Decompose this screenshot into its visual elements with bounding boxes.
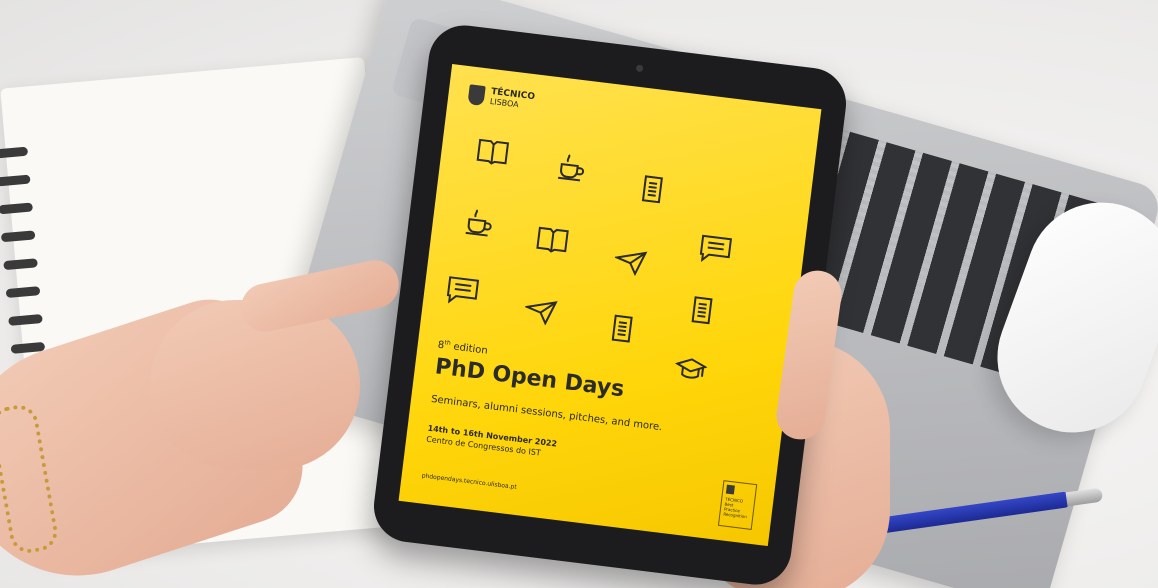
paper-plane-icon bbox=[613, 245, 648, 277]
shield-icon bbox=[725, 484, 735, 495]
chat-bubble-icon bbox=[445, 275, 480, 307]
poster-title: PhD Open Days bbox=[433, 354, 626, 403]
tablet: TÉCNICO LISBOA 8th edition PhD Open Days… bbox=[369, 21, 851, 588]
open-book-icon bbox=[475, 136, 510, 168]
event-url: phdopendays.tecnico.ulisboa.pt bbox=[421, 472, 518, 491]
tablet-camera bbox=[635, 64, 644, 73]
document-icon bbox=[605, 313, 640, 345]
edition-label: 8th edition bbox=[437, 339, 489, 357]
coffee-cup-icon bbox=[554, 151, 589, 183]
paper-plane-icon bbox=[523, 295, 558, 327]
graduation-cap-icon bbox=[673, 353, 708, 385]
shield-icon bbox=[467, 84, 486, 107]
poster-screen: TÉCNICO LISBOA 8th edition PhD Open Days… bbox=[398, 63, 822, 547]
document-icon bbox=[635, 173, 670, 205]
tablet-bezel: TÉCNICO LISBOA 8th edition PhD Open Days… bbox=[369, 21, 851, 588]
open-book-icon bbox=[535, 224, 570, 256]
recognition-badge: TÉCNICO Best Practice Recognition bbox=[717, 480, 758, 530]
coffee-cup-icon bbox=[462, 207, 497, 239]
badge-text: Best Practice Recognition bbox=[723, 501, 748, 520]
desk-scene: TÉCNICO LISBOA 8th edition PhD Open Days… bbox=[0, 0, 1158, 588]
tecnico-lisboa-logo: TÉCNICO LISBOA bbox=[467, 84, 535, 112]
document-icon bbox=[684, 294, 719, 326]
chat-bubble-icon bbox=[698, 234, 733, 266]
